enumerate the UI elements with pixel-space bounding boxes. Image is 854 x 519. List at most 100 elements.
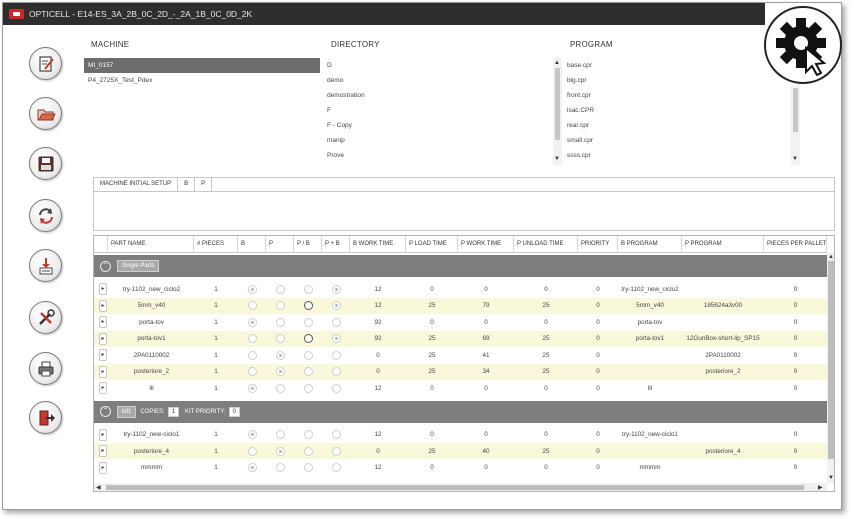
refresh-button[interactable] <box>29 199 62 232</box>
p-unload-time-cell[interactable]: 25 <box>514 352 578 359</box>
p-radio[interactable] <box>275 301 285 310</box>
tab-p[interactable]: P <box>195 178 213 191</box>
b-work-time-cell[interactable]: 12 <box>350 286 406 293</box>
row-expand-icon[interactable]: ▸ <box>99 445 107 457</box>
directory-list-item[interactable]: demo <box>323 73 553 88</box>
scroll-left-icon[interactable]: ◀ <box>96 485 101 491</box>
pieces-per-pallet-cell[interactable]: 0 <box>764 302 827 309</box>
p-work-time-cell[interactable]: 0 <box>458 319 514 326</box>
pieces-cell[interactable]: 1 <box>194 464 238 471</box>
b-program-cell[interactable]: 5mm_v40 <box>618 302 682 309</box>
table-row[interactable]: ▸ porta-tov1 1 92 25 69 25 0 porta-tov1 12GunBox-… <box>94 330 827 347</box>
program-list-item[interactable]: big.cpr <box>563 73 791 88</box>
table-row[interactable]: ▸ posteriore_4 1 0 25 40 25 0 posteriore_4 0 <box>94 443 827 459</box>
directory-list-item[interactable]: manip <box>323 133 553 148</box>
b-program-cell[interactable]: mmmm <box>618 464 682 471</box>
program-list[interactable]: base.cpr big.cpr front.cpr lsac.CPR rear… <box>563 58 791 165</box>
b-radio[interactable] <box>247 383 257 393</box>
table-row[interactable]: ▸ posteriore_2 1 0 25 34 25 0 posteriore_2 0 <box>94 363 827 380</box>
pb-radio[interactable] <box>303 367 313 376</box>
row-expand-icon[interactable]: ▸ <box>99 382 107 394</box>
row-expand-icon[interactable]: ▸ <box>99 461 107 474</box>
pb-radio[interactable] <box>303 317 313 327</box>
tools-button[interactable] <box>29 301 62 334</box>
b-program-cell[interactable]: porta-tov1 <box>618 335 682 342</box>
p-load-time-cell[interactable]: 0 <box>406 286 458 293</box>
program-list-item[interactable]: lsac.CPR <box>563 103 791 118</box>
b-program-cell[interactable]: try-1102_new_ciclo2 <box>618 286 682 293</box>
pieces-per-pallet-cell[interactable]: 0 <box>764 431 827 438</box>
row-expand-icon[interactable]: ▸ <box>99 299 107 312</box>
priority-cell[interactable]: 0 <box>578 319 618 326</box>
column-header-p-unload-time[interactable]: P UNLOAD TIME <box>514 236 578 253</box>
program-list-item[interactable]: small.cpr <box>563 133 791 148</box>
p-unload-time-cell[interactable]: 25 <box>514 368 578 375</box>
pieces-cell[interactable]: 1 <box>194 352 238 359</box>
directory-scrollbar[interactable]: ▲ ▼ <box>553 58 562 165</box>
p-radio[interactable] <box>275 334 285 343</box>
p-radio[interactable] <box>275 463 285 472</box>
table-row[interactable]: ▸ try-1102_new_ciclo2 1 12 0 0 0 0 try-1102_new_… <box>94 281 827 297</box>
pieces-per-pallet-cell[interactable]: 0 <box>764 352 827 359</box>
kit-name-tag[interactable]: kit1 <box>117 405 137 418</box>
b-radio[interactable] <box>247 334 257 343</box>
part-name-cell[interactable]: porta-tov <box>109 319 194 326</box>
b-work-time-cell[interactable]: 0 <box>350 368 406 375</box>
pieces-per-pallet-cell[interactable]: 0 <box>764 464 827 471</box>
p-load-time-cell[interactable]: 25 <box>406 368 458 375</box>
pieces-cell[interactable]: 1 <box>194 335 238 342</box>
ppb-radio[interactable] <box>331 383 341 393</box>
part-name-cell[interactable]: 5mm_v40 <box>109 302 194 309</box>
p-unload-time-cell[interactable]: 0 <box>514 431 578 438</box>
p-radio[interactable] <box>275 284 285 294</box>
exit-button[interactable] <box>29 401 62 434</box>
copies-field[interactable]: 1 <box>167 406 180 417</box>
machine-list[interactable]: MI_0157 P4_2725X_Test_Pdex <box>84 58 320 165</box>
scroll-down-icon[interactable]: ▼ <box>828 475 834 481</box>
pieces-cell[interactable]: 1 <box>194 431 238 438</box>
table-row[interactable]: ▸ 2PA0110002 1 0 25 41 25 0 2PA0110002 0 <box>94 347 827 363</box>
priority-cell[interactable]: 0 <box>578 286 618 293</box>
priority-cell[interactable]: 0 <box>578 335 618 342</box>
grid-vertical-scrollbar[interactable]: ▲ ▼ <box>827 253 834 483</box>
download-button[interactable] <box>29 249 62 282</box>
p-radio[interactable] <box>275 383 285 393</box>
p-load-time-cell[interactable]: 25 <box>406 352 458 359</box>
pb-radio[interactable] <box>303 383 313 393</box>
pieces-per-pallet-cell[interactable]: 0 <box>764 286 827 293</box>
part-name-cell[interactable]: 2PA0110002 <box>109 352 194 359</box>
p-unload-time-cell[interactable]: 25 <box>514 448 578 455</box>
p-unload-time-cell[interactable]: 0 <box>514 464 578 471</box>
pieces-cell[interactable]: 1 <box>194 385 238 392</box>
pieces-cell[interactable]: 1 <box>194 302 238 309</box>
p-load-time-cell[interactable]: 25 <box>406 335 458 342</box>
b-radio[interactable] <box>247 430 257 439</box>
column-header-ppb[interactable]: P + B <box>322 236 350 253</box>
column-header-b-work-time[interactable]: B WORK TIME <box>350 236 406 253</box>
p-work-time-cell[interactable]: 0 <box>458 464 514 471</box>
b-radio[interactable] <box>247 446 257 456</box>
row-expand-icon[interactable]: ▸ <box>99 349 107 361</box>
column-header-b-program[interactable]: B PROGRAM <box>618 236 682 253</box>
b-work-time-cell[interactable]: 0 <box>350 352 406 359</box>
pieces-cell[interactable]: 1 <box>194 368 238 375</box>
grid-vertical-scroll-thumb[interactable] <box>828 261 834 459</box>
p-unload-time-cell[interactable]: 0 <box>514 319 578 326</box>
program-scroll-thumb[interactable] <box>793 88 798 132</box>
pb-radio[interactable] <box>303 350 313 360</box>
b-work-time-cell[interactable]: 12 <box>350 302 406 309</box>
directory-list-item[interactable]: D <box>323 58 553 73</box>
priority-cell[interactable]: 0 <box>578 368 618 375</box>
b-program-cell[interactable]: lll <box>618 385 682 392</box>
p-radio[interactable] <box>275 367 285 376</box>
part-name-cell[interactable]: try-1102_new_ciclo2 <box>109 286 194 293</box>
p-radio[interactable] <box>275 350 285 360</box>
part-name-cell[interactable]: mmmm <box>109 464 194 471</box>
ppb-radio[interactable] <box>331 446 341 456</box>
p-program-cell[interactable]: 2PA0110002 <box>682 352 764 359</box>
p-work-time-cell[interactable]: 0 <box>458 385 514 392</box>
kit-priority-field[interactable]: 0 <box>228 406 240 417</box>
pieces-per-pallet-cell[interactable]: 0 <box>764 385 827 392</box>
directory-list[interactable]: D demo demostration F F - Copy manip Pro… <box>323 58 553 165</box>
b-radio[interactable] <box>247 301 257 310</box>
